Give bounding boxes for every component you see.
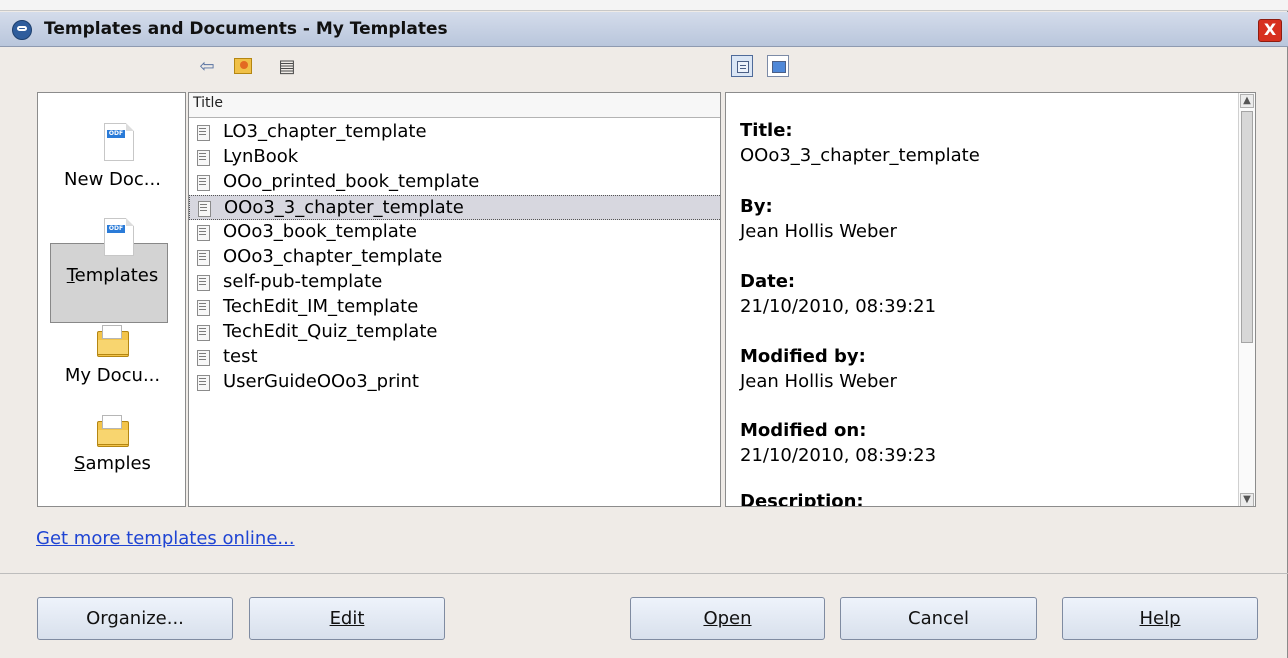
samples-mnemonic: S (74, 453, 86, 474)
template-file-icon (194, 349, 212, 367)
template-name: OOo3_3_chapter_template (224, 197, 464, 218)
template-file-icon (194, 299, 212, 317)
template-name: LO3_chapter_template (223, 121, 427, 142)
template-name: OOo3_chapter_template (223, 246, 443, 267)
details-date-label: Date: (740, 271, 796, 292)
help-button[interactable]: Help (1062, 597, 1258, 640)
details-scrollbar[interactable]: ▲ ▼ (1238, 93, 1255, 506)
details-pane: Title: OOo3_3_chapter_template By: Jean … (725, 92, 1256, 507)
print-icon[interactable]: ▤ (276, 55, 298, 77)
templates-icon: ODF (104, 218, 134, 256)
dialog-title: Templates and Documents - My Templates (44, 19, 448, 39)
template-row[interactable]: UserGuideOOo3_print (189, 370, 720, 395)
dialog-divider (0, 573, 1288, 574)
category-samples[interactable]: Samples (38, 401, 185, 489)
samples-icon (97, 415, 129, 447)
template-name: LynBook (223, 146, 299, 167)
category-label: Templates (38, 265, 185, 286)
close-button[interactable]: X (1258, 19, 1282, 42)
category-label: My Docu... (64, 365, 161, 386)
folder-up-icon[interactable] (232, 55, 254, 77)
template-row[interactable]: LO3_chapter_template (189, 120, 720, 145)
details-title-label: Title: (740, 120, 793, 141)
template-name: TechEdit_Quiz_template (223, 321, 438, 342)
template-file-icon (194, 324, 212, 342)
help-button-label: Help (1139, 608, 1181, 629)
document-properties-icon (737, 61, 749, 73)
preview-icon (772, 61, 786, 73)
title-column-header: Title (193, 95, 224, 111)
template-name: self-pub-template (223, 271, 383, 292)
preview-button[interactable] (767, 55, 789, 77)
scroll-down-icon[interactable]: ▼ (1240, 493, 1254, 506)
get-more-templates-link[interactable]: Get more templates online... (36, 528, 295, 549)
template-name: TechEdit_IM_template (223, 296, 419, 317)
template-row-selected[interactable]: OOo3_3_chapter_template (189, 195, 720, 220)
details-modified-on-value: 21/10/2010, 08:39:23 (740, 445, 937, 466)
scroll-up-icon[interactable]: ▲ (1240, 94, 1254, 108)
template-name: OOo_printed_book_template (223, 171, 480, 192)
template-file-icon (194, 224, 212, 242)
details-date-value: 21/10/2010, 08:39:21 (740, 296, 937, 317)
details-description-label: Description: (740, 491, 864, 507)
category-templates[interactable]: ODF Templates (38, 211, 185, 323)
template-file-icon (194, 124, 212, 142)
template-row[interactable]: OOo3_chapter_template (189, 245, 720, 270)
templates-label-text: emplates (74, 265, 159, 286)
template-name: OOo3_book_template (223, 221, 417, 242)
details-modified-on-label: Modified on: (740, 420, 867, 441)
back-arrow-icon[interactable]: ⇦ (196, 55, 218, 77)
template-file-icon (194, 374, 212, 392)
template-name: UserGuideOOo3_print (223, 371, 419, 392)
template-row[interactable]: OOo_printed_book_template (189, 170, 720, 195)
organize-button-label: Organize... (86, 608, 184, 629)
category-label: New Doc... (64, 169, 161, 190)
template-row[interactable]: TechEdit_IM_template (189, 295, 720, 320)
details-title-value: OOo3_3_chapter_template (740, 145, 980, 166)
category-my-documents[interactable]: My Docu... (38, 311, 185, 399)
template-file-icon (195, 200, 213, 218)
template-file-icon (194, 249, 212, 267)
new-document-icon: ODF (104, 123, 134, 161)
template-row[interactable]: test (189, 345, 720, 370)
list-header: Title (189, 93, 720, 118)
templates-mnemonic: T (66, 265, 75, 286)
cancel-button-label: Cancel (908, 608, 969, 629)
template-row[interactable]: OOo3_book_template (189, 220, 720, 245)
template-row[interactable]: TechEdit_Quiz_template (189, 320, 720, 345)
details-by-value: Jean Hollis Weber (740, 221, 897, 242)
samples-label-text: amples (85, 453, 151, 474)
cancel-button[interactable]: Cancel (840, 597, 1037, 640)
open-button[interactable]: Open (630, 597, 825, 640)
title-bar: Templates and Documents - My Templates X (0, 12, 1288, 47)
template-file-icon (194, 149, 212, 167)
edit-button-label: Edit (329, 608, 365, 629)
template-file-icon (194, 174, 212, 192)
background-strip (0, 0, 1288, 11)
app-icon (12, 20, 32, 40)
scrollbar-thumb[interactable] (1241, 111, 1253, 343)
templates-dialog: Templates and Documents - My Templates X… (0, 0, 1288, 658)
template-row[interactable]: self-pub-template (189, 270, 720, 295)
my-documents-icon (97, 325, 129, 357)
template-list-pane: Title LO3_chapter_template LynBook OOo_p… (188, 92, 721, 507)
template-row[interactable]: LynBook (189, 145, 720, 170)
document-properties-button[interactable] (731, 55, 753, 77)
category-pane: ODF New Doc... ODF Templates My Docu... … (37, 92, 186, 507)
open-button-label: Open (703, 608, 752, 629)
details-by-label: By: (740, 196, 773, 217)
category-label: Samples (38, 453, 185, 474)
details-modified-by-value: Jean Hollis Weber (740, 371, 897, 392)
organize-button[interactable]: Organize... (37, 597, 233, 640)
edit-button[interactable]: Edit (249, 597, 445, 640)
template-file-icon (194, 274, 212, 292)
template-name: test (223, 346, 258, 367)
category-new-document[interactable]: ODF New Doc... (38, 113, 185, 201)
details-modified-by-label: Modified by: (740, 346, 866, 367)
